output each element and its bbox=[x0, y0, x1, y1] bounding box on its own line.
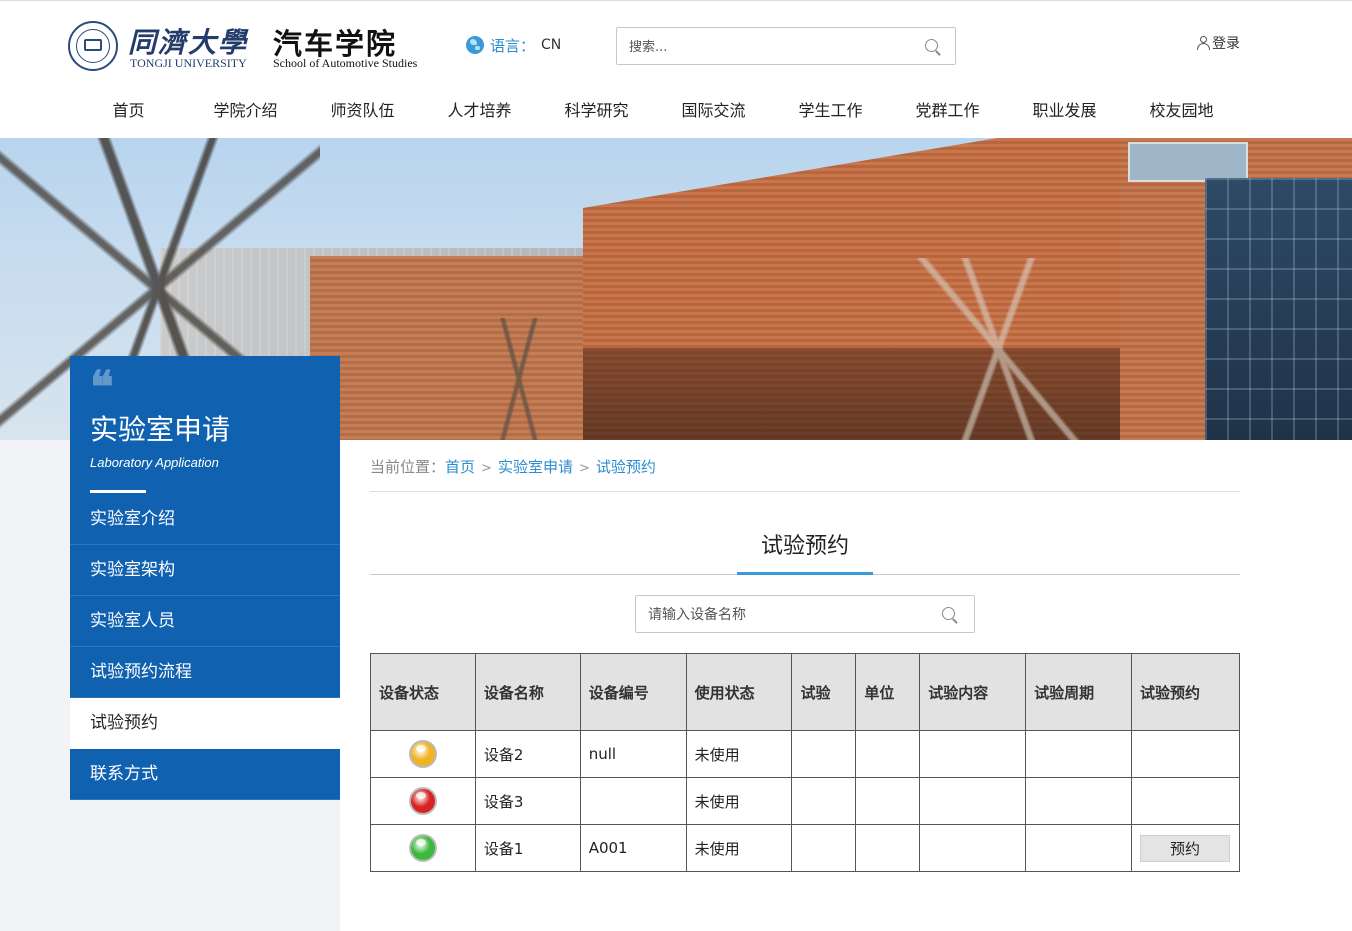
breadcrumb-separator: > bbox=[578, 461, 590, 476]
university-name-en: TONGJI UNIVERSITY bbox=[130, 56, 247, 70]
column-header: 试验预约 bbox=[1130, 653, 1241, 731]
test-content-cell bbox=[919, 730, 1027, 778]
usage-status-cell: 未使用 bbox=[685, 777, 793, 825]
sidebar-item-lab-staff[interactable]: 实验室人员 bbox=[70, 596, 340, 647]
device-name-cell: 设备3 bbox=[474, 777, 581, 825]
test-content-cell bbox=[919, 824, 1027, 872]
breadcrumb-lab-application[interactable]: 实验室申请 bbox=[498, 458, 573, 476]
language-value[interactable]: CN bbox=[541, 37, 561, 53]
site-search-input[interactable] bbox=[629, 37, 909, 57]
status-light-icon bbox=[408, 787, 437, 815]
device-code-cell bbox=[579, 777, 687, 825]
column-header: 试验周期 bbox=[1025, 653, 1132, 731]
sidebar: ❝ 实验室申请 Laboratory Application 实验室介绍 实验室… bbox=[70, 356, 340, 800]
nav-item-alumni[interactable]: 校友园地 bbox=[1123, 97, 1240, 127]
quote-icon: ❝ bbox=[90, 362, 114, 413]
test-cell bbox=[791, 777, 857, 825]
column-header: 试验内容 bbox=[919, 653, 1027, 731]
nav-item-education[interactable]: 人才培养 bbox=[421, 97, 538, 127]
breadcrumb-prefix: 当前位置： bbox=[370, 458, 446, 476]
sidebar-title: 实验室申请 bbox=[90, 413, 231, 446]
status-light-icon bbox=[408, 740, 437, 768]
column-header: 使用状态 bbox=[685, 653, 793, 731]
device-search-box bbox=[635, 595, 975, 633]
nav-item-about[interactable]: 学院介绍 bbox=[187, 97, 304, 127]
globe-icon bbox=[466, 36, 484, 54]
breadcrumb-separator: > bbox=[481, 461, 492, 476]
sidebar-item-booking-process[interactable]: 试验预约流程 bbox=[70, 647, 340, 698]
table-header-row: 设备状态 设备名称 设备编号 使用状态 试验 单位 试验内容 试验周期 试验预约 bbox=[370, 653, 1241, 731]
device-name-cell: 设备2 bbox=[474, 730, 581, 778]
usage-status-cell: 未使用 bbox=[685, 730, 793, 778]
status-light-icon bbox=[408, 834, 437, 862]
device-search-input[interactable] bbox=[648, 605, 928, 625]
column-header: 单位 bbox=[855, 653, 921, 731]
nav-item-career[interactable]: 职业发展 bbox=[1006, 97, 1123, 127]
nav-item-international[interactable]: 国际交流 bbox=[655, 97, 772, 127]
university-seal-icon bbox=[68, 21, 118, 71]
user-icon bbox=[1197, 36, 1210, 50]
search-icon[interactable] bbox=[925, 39, 941, 56]
booking-cell: 预约 bbox=[1130, 824, 1241, 872]
title-underline bbox=[737, 572, 873, 575]
test-cell bbox=[791, 730, 857, 778]
nav-item-students[interactable]: 学生工作 bbox=[772, 97, 889, 127]
usage-status-cell: 未使用 bbox=[685, 824, 793, 872]
column-header: 设备状态 bbox=[370, 653, 476, 731]
login-link[interactable]: 登录 bbox=[1197, 33, 1240, 53]
column-header: 试验 bbox=[791, 653, 857, 731]
column-header: 设备编号 bbox=[579, 653, 687, 731]
table-row: 设备1 A001 未使用 预约 bbox=[370, 824, 1241, 872]
school-name-en: School of Automotive Studies bbox=[273, 56, 418, 70]
device-table: 设备状态 设备名称 设备编号 使用状态 试验 单位 试验内容 试验周期 试验预约… bbox=[370, 653, 1241, 872]
site-header: 同濟大學 TONGJI UNIVERSITY 汽车学院 School of Au… bbox=[0, 0, 1352, 138]
reserve-button[interactable]: 预约 bbox=[1139, 834, 1230, 862]
device-name-cell: 设备1 bbox=[474, 824, 581, 872]
status-cell bbox=[370, 730, 476, 778]
sidebar-item-test-booking[interactable]: 试验预约 bbox=[70, 698, 340, 749]
test-content-cell bbox=[919, 777, 1027, 825]
language-switcher[interactable]: 语言： CN bbox=[466, 34, 561, 56]
login-label: 登录 bbox=[1212, 36, 1240, 52]
test-period-cell bbox=[1025, 824, 1132, 872]
unit-cell bbox=[855, 730, 921, 778]
page-title: 试验预约 bbox=[760, 534, 849, 559]
unit-cell bbox=[855, 777, 921, 825]
unit-cell bbox=[855, 824, 921, 872]
nav-item-research[interactable]: 科学研究 bbox=[538, 97, 655, 127]
breadcrumb-home[interactable]: 首页 bbox=[445, 458, 475, 476]
site-search-box bbox=[616, 27, 956, 65]
language-label: 语言： bbox=[490, 36, 536, 55]
sidebar-header: ❝ 实验室申请 Laboratory Application bbox=[70, 356, 340, 494]
sidebar-item-lab-structure[interactable]: 实验室架构 bbox=[70, 545, 340, 596]
table-row: 设备2 null 未使用 bbox=[370, 730, 1241, 778]
booking-cell bbox=[1130, 777, 1241, 825]
sidebar-subtitle: Laboratory Application bbox=[90, 455, 219, 470]
test-period-cell bbox=[1025, 730, 1132, 778]
sidebar-divider bbox=[90, 490, 146, 493]
search-icon[interactable] bbox=[942, 607, 958, 624]
nav-item-home[interactable]: 首页 bbox=[70, 97, 187, 127]
nav-item-faculty[interactable]: 师资队伍 bbox=[304, 97, 421, 127]
table-row: 设备3 未使用 bbox=[370, 777, 1241, 825]
breadcrumb-divider bbox=[370, 491, 1240, 492]
booking-cell bbox=[1130, 730, 1241, 778]
device-code-cell: null bbox=[579, 730, 687, 778]
main-nav: 首页 学院介绍 师资队伍 人才培养 科学研究 国际交流 学生工作 党群工作 职业… bbox=[70, 97, 1250, 127]
column-header: 设备名称 bbox=[474, 653, 581, 731]
sidebar-item-lab-intro[interactable]: 实验室介绍 bbox=[70, 494, 340, 545]
site-logo[interactable]: 同濟大學 TONGJI UNIVERSITY 汽车学院 School of Au… bbox=[68, 19, 428, 75]
breadcrumb-test-booking[interactable]: 试验预约 bbox=[596, 458, 656, 476]
status-cell bbox=[370, 777, 476, 825]
status-cell bbox=[370, 824, 476, 872]
test-cell bbox=[791, 824, 857, 872]
breadcrumb: 当前位置：首页 > 实验室申请 > 试验预约 bbox=[370, 456, 656, 477]
sidebar-item-contact[interactable]: 联系方式 bbox=[70, 749, 340, 800]
nav-item-party[interactable]: 党群工作 bbox=[889, 97, 1006, 127]
university-name-cn: 同濟大學 bbox=[128, 26, 249, 59]
device-code-cell: A001 bbox=[579, 824, 687, 872]
test-period-cell bbox=[1025, 777, 1132, 825]
